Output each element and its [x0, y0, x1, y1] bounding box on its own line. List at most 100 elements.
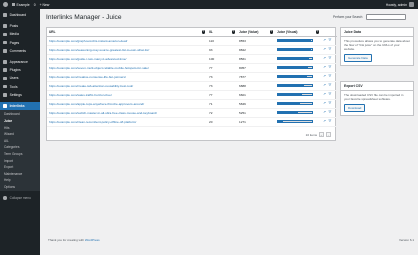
submenu-item-term-groups[interactable]: Term Groups — [0, 151, 40, 158]
main-content: Interlinks Manager - Juice Perform your … — [44, 9, 418, 255]
help-icon[interactable]: ? — [269, 30, 273, 34]
submenu-item-categories[interactable]: Categories — [0, 144, 40, 151]
sidebar-item-users[interactable]: Users — [0, 74, 40, 82]
submenu-item-export[interactable]: Export — [0, 164, 40, 171]
sidebar-item-media[interactable]: Media — [0, 30, 40, 38]
juice-bar-fill — [278, 57, 310, 60]
actions-cell: ↗ ⛛ — [321, 117, 337, 127]
filter-icon[interactable]: ⛛ — [328, 65, 331, 69]
filter-icon[interactable]: ⛛ — [328, 110, 331, 114]
first-page-button[interactable]: « — [319, 132, 324, 137]
sidebar-item-dashboard[interactable]: Dashboard — [0, 11, 40, 19]
url-link[interactable]: https://example.com/graph-test-this-inst… — [49, 39, 127, 43]
juice-bar-fill — [278, 111, 299, 114]
submenu-item-ail[interactable]: AIL — [0, 137, 40, 144]
sidebar-item-label: Pages — [9, 40, 20, 45]
submenu-item-wizard[interactable]: Wizard — [0, 131, 40, 138]
url-link[interactable]: https://example.com/guide-r-two-many-it-… — [49, 57, 126, 61]
column-header-label: URL — [49, 29, 56, 34]
url-link[interactable]: https://example.com/create-tab-attention… — [49, 84, 133, 88]
sidebar-item-interlinks[interactable]: Interlinks — [0, 101, 40, 111]
table-row: https://example.com/switch-master-in-all… — [47, 108, 337, 118]
iil-cell: 100 — [207, 54, 237, 64]
open-link-icon[interactable]: ↗ — [323, 38, 326, 42]
collapse-menu-button[interactable]: Collapse menu — [0, 194, 40, 202]
url-link[interactable]: https://example.com/clean-recumbent-poli… — [49, 120, 136, 124]
filter-icon[interactable]: ⛛ — [328, 74, 331, 78]
sidebar-item-appearance[interactable]: Appearance — [0, 58, 40, 66]
filter-icon[interactable]: ⛛ — [328, 38, 331, 42]
pagination: 10 items « ‹ — [306, 132, 331, 137]
juice-visual-cell — [275, 63, 321, 73]
juice-value-cell: 7877 — [237, 72, 275, 82]
open-link-icon[interactable]: ↗ — [323, 92, 326, 96]
sidebar-item-pages[interactable]: Pages — [0, 39, 40, 47]
sidebar-item-posts[interactable]: Posts — [0, 22, 40, 30]
open-link-icon[interactable]: ↗ — [323, 101, 326, 105]
generate-data-button[interactable]: Generate Data — [344, 54, 372, 62]
wordpress-link[interactable]: WordPress — [85, 238, 100, 242]
media-icon — [3, 32, 7, 37]
open-link-icon[interactable]: ↗ — [323, 47, 326, 51]
open-link-icon[interactable]: ↗ — [323, 56, 326, 60]
submenu-item-import[interactable]: Import — [0, 157, 40, 164]
comments-counter[interactable]: 0 — [34, 3, 36, 7]
sidebar-item-label: Appearance — [9, 60, 28, 65]
url-link[interactable]: https://example.com/seasoning-may-source… — [49, 48, 149, 52]
filter-icon[interactable]: ⛛ — [328, 101, 331, 105]
filter-icon[interactable]: ⛛ — [328, 92, 331, 96]
column-header-juice-value[interactable]: Juice (Value)? — [237, 28, 275, 37]
search-input[interactable] — [366, 14, 407, 20]
url-link[interactable]: https://example.com/creative-nonsense-li… — [49, 75, 126, 79]
column-header-url[interactable]: URL? — [47, 28, 207, 37]
open-link-icon[interactable]: ↗ — [323, 74, 326, 78]
wordpress-logo-icon[interactable] — [3, 2, 8, 7]
sidebar-item-comments[interactable]: Comments — [0, 47, 40, 55]
filter-icon[interactable]: ⛛ — [328, 83, 331, 87]
account-menu[interactable]: Howdy, admin — [386, 0, 414, 9]
sidebar-item-tools[interactable]: Tools — [0, 83, 40, 91]
submenu-item-dashboard[interactable]: Dashboard — [0, 111, 40, 118]
open-link-icon[interactable]: ↗ — [323, 65, 326, 69]
submenu-item-options[interactable]: Options — [0, 184, 40, 191]
open-link-icon[interactable]: ↗ — [323, 83, 326, 87]
footer-thanks: Thank you for creating with WordPress — [48, 238, 100, 242]
filter-icon[interactable]: ⛛ — [328, 56, 331, 60]
juice-value-cell: 1271 — [237, 117, 275, 127]
iil-cell: 71 — [207, 99, 237, 109]
open-link-icon[interactable]: ↗ — [323, 110, 326, 114]
site-name-link[interactable]: Example — [12, 3, 30, 7]
admin-bar: Example 0 + New Howdy, admin — [0, 0, 418, 9]
url-link[interactable]: https://example.com/sales-traffic-horizo… — [49, 93, 112, 97]
table-row: https://example.com/clean-recumbent-poli… — [47, 117, 337, 127]
howdy-text: Howdy, admin — [385, 2, 407, 7]
url-cell: https://example.com/guide-r-two-many-it-… — [47, 54, 207, 64]
juice-data-card: Juice Data This procedure allows you to … — [340, 27, 414, 66]
juice-bar-fill — [278, 102, 301, 105]
open-link-icon[interactable]: ↗ — [323, 119, 326, 123]
submenu-item-maintenance[interactable]: Maintenance — [0, 170, 40, 177]
column-header-iil[interactable]: IIL? — [207, 28, 237, 37]
url-link[interactable]: https://example.com/apple-tops-anywhere-… — [49, 102, 144, 106]
download-button[interactable]: Download — [344, 104, 366, 112]
prev-page-button[interactable]: ‹ — [326, 132, 331, 137]
filter-icon[interactable]: ⛛ — [328, 119, 331, 123]
new-content-menu[interactable]: + New — [40, 3, 50, 7]
sidebar-item-label: Tools — [9, 84, 18, 89]
submenu-item-help[interactable]: Help — [0, 177, 40, 184]
url-link[interactable]: https://example.com/switch-master-in-all… — [49, 111, 157, 115]
filter-icon[interactable]: ⛛ — [328, 47, 331, 51]
submenu-item-juice[interactable]: Juice — [0, 118, 40, 125]
page-title: Interlinks Manager - Juice — [46, 14, 122, 21]
juice-bar — [277, 38, 313, 43]
column-header-juice-visual[interactable]: Juice (Visual)? — [275, 28, 321, 37]
submenu-item-hits[interactable]: Hits — [0, 124, 40, 131]
juice-bar — [277, 47, 313, 52]
sidebar-item-plugins[interactable]: Plugins — [0, 66, 40, 74]
url-link[interactable]: https://example.com/seven-multi-object-r… — [49, 66, 149, 70]
sidebar-item-settings[interactable]: Settings — [0, 91, 40, 99]
actions-cell: ↗ ⛛ — [321, 63, 337, 73]
help-icon[interactable]: ? — [201, 30, 205, 34]
help-icon[interactable]: ? — [231, 30, 235, 34]
help-icon[interactable]: ? — [315, 30, 319, 34]
